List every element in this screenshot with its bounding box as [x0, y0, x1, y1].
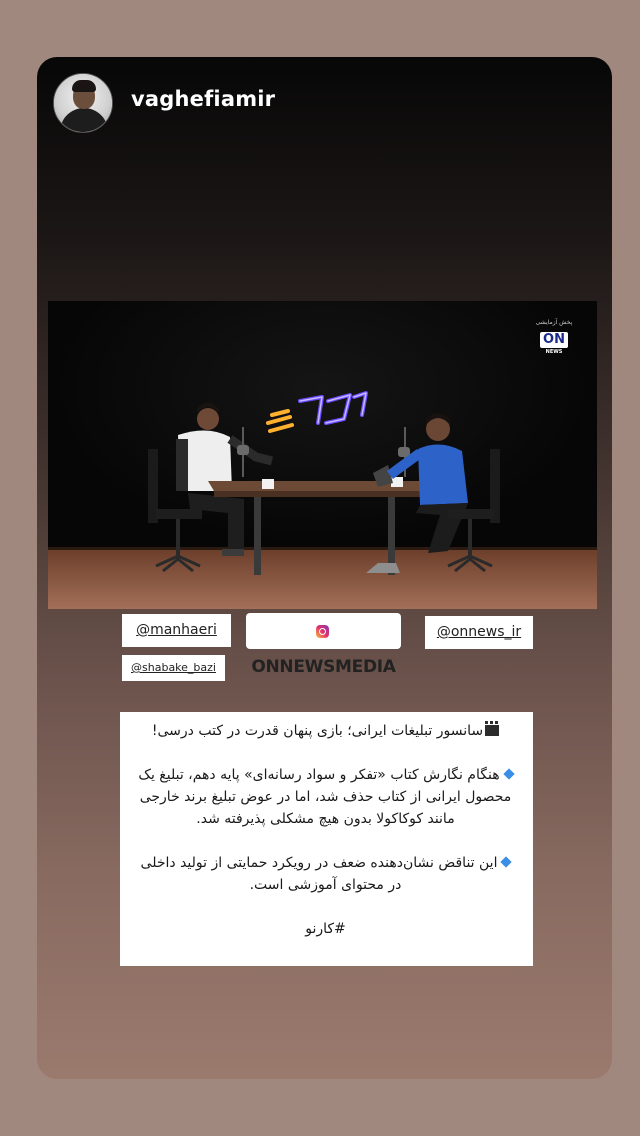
caption-paragraph-1: هنگام نگارش کتاب «تفکر و سواد رسانه‌ای» … [132, 764, 519, 830]
blue-diamond-icon [502, 768, 515, 780]
mention-tag-onnewsmedia[interactable]: ONNEWSMEDIA [246, 613, 401, 677]
mention-manhaeri-text: @manhaeri [136, 622, 217, 638]
clapperboard-icon [485, 721, 500, 736]
mention-tag-manhaeri[interactable]: @manhaeri [122, 614, 231, 647]
avatar[interactable] [53, 73, 113, 133]
mention-onnews-ir-text: @onnews_ir [436, 624, 522, 640]
caption-paragraph-2-text: این تناقض نشان‌دهنده ضعف در رویکرد حمایت… [140, 855, 498, 893]
mention-shabake-bazi-text: @shabake_bazi [131, 661, 216, 674]
caption-hashtag[interactable]: #کارنو [132, 918, 519, 940]
mention-onnewsmedia-text: ONNEWSMEDIA [251, 657, 396, 677]
mention-tag-onnews-ir[interactable]: @onnews_ir [425, 616, 533, 649]
blue-diamond-icon [500, 856, 513, 868]
caption-paragraph-1-text: هنگام نگارش کتاب «تفکر و سواد رسانه‌ای» … [138, 767, 512, 827]
video-frame: پخش آزمایشی ON NEWS [48, 301, 597, 609]
caption-headline: سانسور تبلیغات ایرانی؛ بازی پنهان قدرت د… [132, 720, 519, 742]
caption-paragraph-2: این تناقض نشان‌دهنده ضعف در رویکرد حمایت… [132, 852, 519, 896]
studio-scene [148, 402, 500, 575]
caption-box: سانسور تبلیغات ایرانی؛ بازی پنهان قدرت د… [120, 712, 533, 966]
username[interactable]: vaghefiamir [131, 87, 275, 111]
mention-tag-shabake-bazi[interactable]: @shabake_bazi [122, 655, 225, 681]
story-card: vaghefiamir پخش آزمایشی ON NEWS @manhaer… [37, 57, 612, 1079]
instagram-icon [316, 625, 329, 638]
caption-headline-text: سانسور تبلیغات ایرانی؛ بازی پنهان قدرت د… [151, 723, 484, 739]
